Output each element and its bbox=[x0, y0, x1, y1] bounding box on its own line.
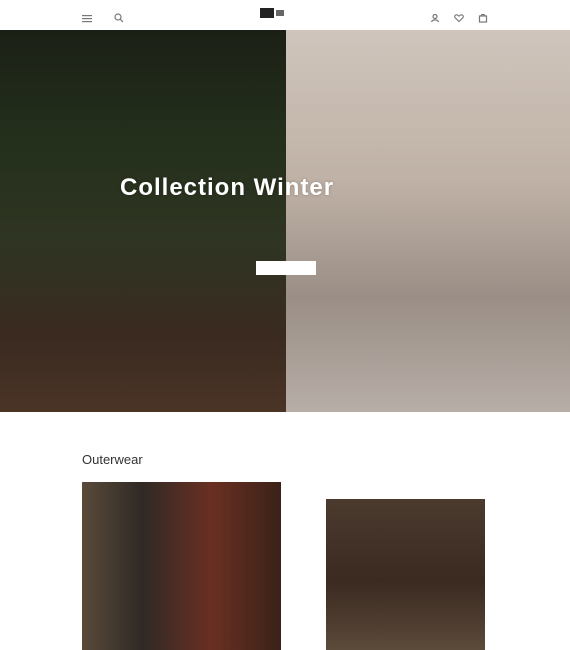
logo-block bbox=[260, 8, 274, 18]
bag-icon[interactable] bbox=[478, 10, 488, 23]
logo-mark bbox=[276, 10, 284, 16]
menu-icon[interactable] bbox=[82, 10, 92, 23]
product-image-1[interactable] bbox=[82, 482, 281, 650]
search-icon[interactable] bbox=[114, 10, 124, 23]
user-icon[interactable] bbox=[430, 10, 440, 23]
header-right bbox=[430, 10, 570, 23]
brand-logo[interactable] bbox=[260, 8, 286, 18]
header bbox=[0, 0, 570, 30]
product-card-2[interactable] bbox=[326, 499, 485, 650]
hero-image-left bbox=[0, 30, 286, 412]
hero-title: Collection Winter bbox=[120, 174, 335, 201]
hero-image-right bbox=[286, 30, 570, 412]
section-title: Outerwear bbox=[82, 452, 143, 467]
product-image-2[interactable] bbox=[326, 499, 485, 650]
heart-icon[interactable] bbox=[454, 10, 464, 23]
product-card-1[interactable] bbox=[82, 482, 281, 650]
hero-cta-button[interactable] bbox=[256, 261, 316, 275]
hero-banner: Collection Winter bbox=[0, 30, 570, 412]
header-left bbox=[0, 10, 124, 23]
